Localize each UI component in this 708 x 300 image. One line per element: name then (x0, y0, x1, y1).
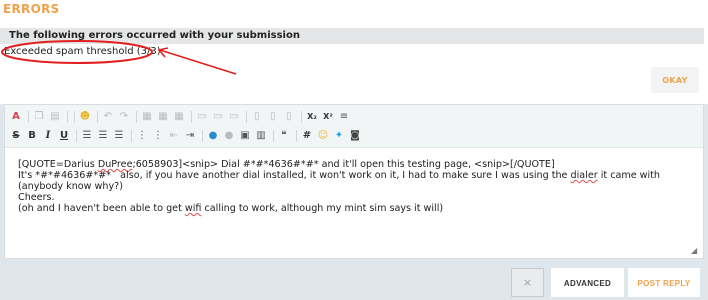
twitter-icon[interactable]: ✦ (332, 129, 346, 143)
emoji-icon[interactable]: ☺ (316, 129, 330, 143)
undo-icon[interactable]: ↶ (101, 110, 115, 124)
cell-left-icon[interactable]: ▯ (250, 110, 264, 124)
advanced-button[interactable]: ADVANCED (551, 268, 624, 297)
toolbar-separator (296, 130, 297, 142)
post-reply-button[interactable]: POST REPLY (628, 268, 700, 297)
table-split-icon[interactable]: ▭ (227, 110, 241, 124)
unlink-icon[interactable]: ● (222, 129, 236, 143)
toolbar-row-1: A ❐ ▤ ☻ ↶ ↷ ▦ ▦ ▦ ▭ ▭ ▭ ▯ ▯ ▯ X₂ X² ≡ (9, 109, 353, 125)
toolbar-separator (246, 111, 247, 123)
text-line4b: wifi (184, 203, 202, 214)
list-unordered-icon[interactable]: ⋮ (151, 129, 165, 143)
text-color-icon[interactable]: A (9, 110, 23, 124)
quote-icon[interactable]: ❝ (277, 129, 291, 143)
indent-icon[interactable]: ⇥ (183, 129, 197, 143)
bold-icon[interactable]: B (25, 129, 39, 143)
align-left-icon[interactable]: ☰ (80, 129, 94, 143)
toolbar-row-2: S B I U ☰ ☰ ☰ ⋮ ⋮ ⇤ ⇥ ● ● ▣ ▥ ❝ # ☺ ✦ ◙ (9, 128, 364, 144)
errors-panel: ERRORS The following errors occurred wit… (0, 0, 708, 104)
reply-editor: A ❐ ▤ ☻ ↶ ↷ ▦ ▦ ▦ ▭ ▭ ▭ ▯ ▯ ▯ X₂ X² ≡ S … (4, 104, 704, 259)
errors-title: ERRORS (3, 2, 60, 16)
image-icon[interactable]: ▣ (238, 129, 252, 143)
media-icon[interactable]: ▥ (254, 129, 268, 143)
table-delete-icon[interactable]: ▭ (195, 110, 209, 124)
toolbar-separator (191, 111, 192, 123)
link-icon[interactable]: ● (206, 129, 220, 143)
text-line4c: calling to work, although my mint sim sa… (201, 203, 444, 214)
outdent-icon[interactable]: ⇤ (167, 129, 181, 143)
toolbar-separator (136, 111, 137, 123)
resize-handle-icon[interactable]: ◢ (691, 247, 699, 255)
close-button[interactable]: × (511, 268, 544, 297)
text-line1a: [QUOTE=Darius (18, 159, 98, 170)
remove-format-icon[interactable]: ≡ (337, 110, 351, 124)
redo-icon[interactable]: ↷ (117, 110, 131, 124)
instagram-icon[interactable]: ◙ (348, 129, 362, 143)
align-right-icon[interactable]: ☰ (112, 129, 126, 143)
toolbar-separator (67, 111, 68, 123)
toolbar-separator (28, 111, 29, 123)
copy-icon[interactable]: ❐ (32, 110, 46, 124)
errors-subtitle: The following errors occurred with your … (9, 30, 300, 41)
cell-right-icon[interactable]: ▯ (266, 110, 280, 124)
text-line4a: (oh and I haven't been able to get (18, 203, 185, 214)
toolbar-separator (76, 130, 77, 142)
toolbar-separator (97, 111, 98, 123)
message-textarea[interactable]: [QUOTE=Darius DuPree;6058903]<snip> Dial… (18, 159, 694, 245)
text-line3: Cheers. (18, 192, 55, 203)
subscript-icon[interactable]: X₂ (305, 110, 319, 124)
list-ordered-icon[interactable]: ⋮ (135, 129, 149, 143)
smiley-icon[interactable]: ☻ (78, 110, 92, 124)
table-merge-icon[interactable]: ▭ (211, 110, 225, 124)
toolbar-separator (301, 111, 302, 123)
cell-props-icon[interactable]: ▯ (282, 110, 296, 124)
text-line1b: DuPree (97, 159, 133, 170)
text-line2b: dialer (570, 170, 598, 181)
okay-button[interactable]: OKAY (651, 67, 699, 93)
errors-subtitle-bar: The following errors occurred with your … (0, 28, 704, 44)
text-line2a: It's *#*#4636#*#* also, if you have anot… (18, 170, 571, 181)
toolbar-separator (273, 130, 274, 142)
strike-icon[interactable]: S (9, 129, 23, 143)
table-col-icon[interactable]: ▦ (172, 110, 186, 124)
paste-icon[interactable]: ▤ (48, 110, 62, 124)
hash-icon[interactable]: # (300, 129, 314, 143)
error-item: Exceeded spam threshold (3/3) (4, 46, 161, 57)
toolbar-separator (74, 111, 75, 123)
toolbar-separator (202, 130, 203, 142)
align-center-icon[interactable]: ☰ (96, 129, 110, 143)
text-line1c: ;6058903]<snip> Dial #*#*4636#*#* and it… (132, 159, 555, 170)
annotation-arrow-icon (157, 47, 237, 75)
italic-icon[interactable]: I (41, 129, 55, 143)
underline-icon[interactable]: U (57, 129, 71, 143)
superscript-icon[interactable]: X² (321, 110, 335, 124)
table-icon[interactable]: ▦ (140, 110, 154, 124)
table-row-icon[interactable]: ▦ (156, 110, 170, 124)
toolbar-separator (131, 130, 132, 142)
editor-toolbar: A ❐ ▤ ☻ ↶ ↷ ▦ ▦ ▦ ▭ ▭ ▭ ▯ ▯ ▯ X₂ X² ≡ S … (5, 105, 703, 148)
